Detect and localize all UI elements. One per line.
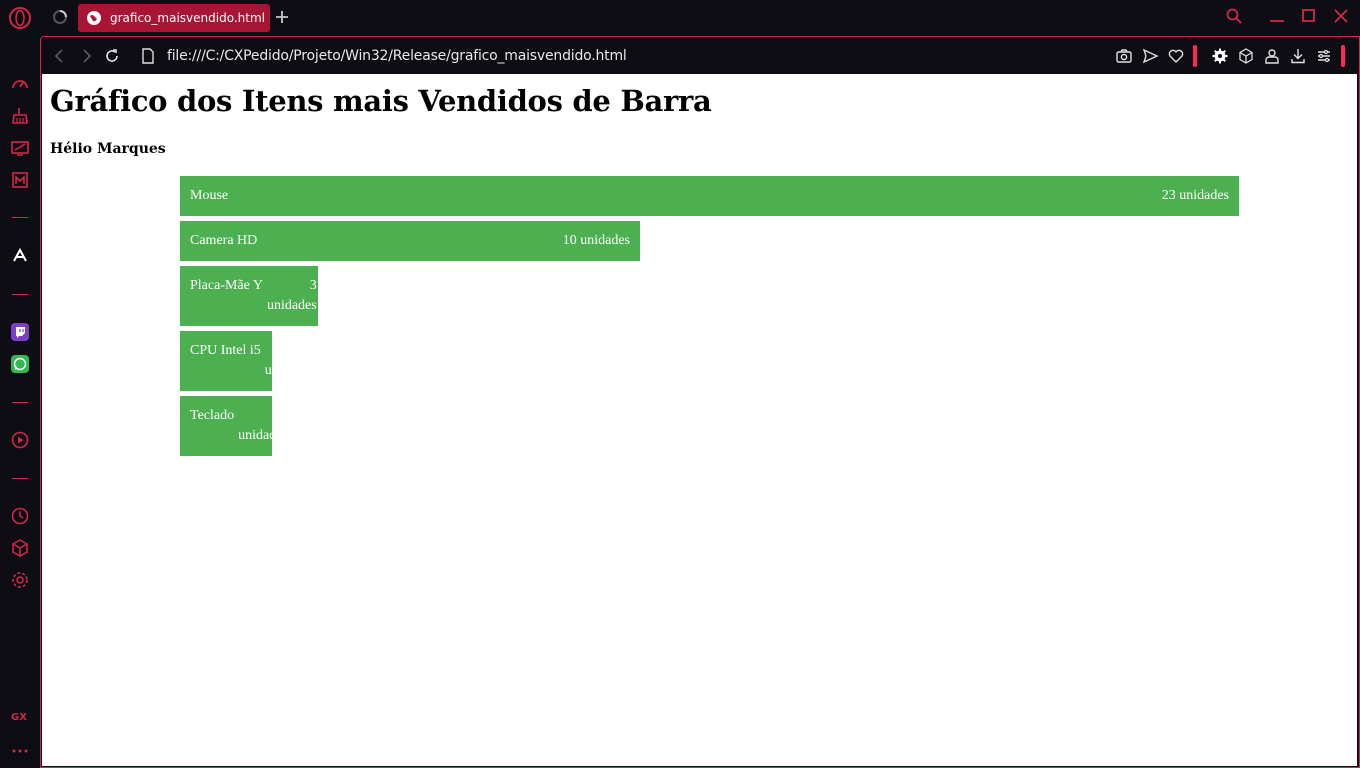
forward-arrow-icon[interactable] [77,47,95,65]
bar: Teclado 2 unidades [180,396,288,456]
search-tabs-icon[interactable] [1224,6,1244,26]
file-page-icon [142,48,154,64]
aria-ai-icon[interactable] [10,246,30,266]
bar-category-label: Mouse [190,188,229,203]
new-tab-plus-icon[interactable] [273,8,291,26]
tab-active[interactable]: grafico_maisvendido.html [78,4,270,32]
url-text: file:///C:/CXPedido/Projeto/Win32/Releas… [167,48,627,64]
settings-gear-icon[interactable] [10,570,30,590]
bar-category-label: Camera HD [190,233,258,248]
easy-setup-sliders-icon[interactable] [1315,47,1333,65]
minimize-window-icon[interactable] [1267,6,1287,26]
sidebar-separator [12,478,28,479]
bar: CPU Intel i5 2 unidades [180,331,315,391]
easy-setup-gear-icon[interactable] [1211,47,1229,65]
tab-strip: grafico_maisvendido.html [0,0,1360,36]
sidebar-separator [12,294,28,295]
sidebar-separator [12,217,28,218]
speed-dial-gauge-icon[interactable] [10,74,30,94]
bar-value-label: 3 unidades [266,278,317,313]
whatsapp-icon[interactable] [10,354,30,374]
extensions-box-icon[interactable] [1237,47,1255,65]
bar-value-label: 23 unidades [1161,188,1229,203]
tab-title: grafico_maisvendido.html [110,11,265,25]
bar-value-label: 2 unidades [264,343,315,378]
browser-frame: file:///C:/CXPedido/Projeto/Win32/Releas… [40,36,1360,768]
reload-icon[interactable] [103,47,121,65]
gx-cleaner-icon[interactable] [10,106,30,126]
bar-category-label: Placa-Mãe Y [190,278,263,293]
page-title: Gráfico dos Itens mais Vendidos de Barra [50,84,712,118]
address-bar[interactable]: file:///C:/CXPedido/Projeto/Win32/Releas… [141,45,901,67]
sidebar: GX [0,36,40,768]
opera-gx-logo-icon[interactable] [8,6,32,30]
gx-control-icon[interactable] [10,138,30,158]
address-toolbar: file:///C:/CXPedido/Projeto/Win32/Releas… [41,37,1359,74]
bar-category-label: CPU Intel i5 [190,343,261,358]
loading-spinner-icon [53,10,67,24]
more-options-dots-icon[interactable] [10,741,30,761]
snapshot-camera-icon[interactable] [1115,47,1133,65]
toolbar-accent-divider [1193,45,1197,67]
bar-chart: Mouse 23 unidades Camera HD 10 unidades Plac… [180,176,1240,461]
bar-category-label: Teclado [190,408,235,423]
maximize-window-icon[interactable] [1299,6,1319,26]
bar: Camera HD 10 unidades [180,221,640,261]
send-arrow-icon[interactable] [1141,47,1159,65]
page-viewport: Gráfico dos Itens mais Vendidos de Barra… [42,74,1357,766]
bookmark-heart-icon[interactable] [1167,47,1185,65]
globe-icon [87,11,101,25]
bar: Placa-Mãe Y3 unidades [180,266,318,326]
history-clock-icon[interactable] [10,506,30,526]
gx-mods-icon[interactable] [10,170,30,190]
extensions-cube-icon[interactable] [10,538,30,558]
bar-value-label: 2 unidades [238,408,288,443]
close-window-icon[interactable] [1331,6,1351,26]
sidebar-separator [12,402,28,403]
gx-badge[interactable]: GX [11,712,27,723]
bar-value-label: 10 unidades [562,233,630,248]
twitch-icon[interactable] [10,322,30,342]
player-icon[interactable] [10,430,30,450]
bar: Mouse 23 unidades [180,176,1239,216]
toolbar-accent-divider [1341,45,1345,67]
author-name: Hélio Marques [50,141,166,157]
back-arrow-icon[interactable] [51,47,69,65]
profile-user-icon[interactable] [1263,47,1281,65]
download-icon[interactable] [1289,47,1307,65]
